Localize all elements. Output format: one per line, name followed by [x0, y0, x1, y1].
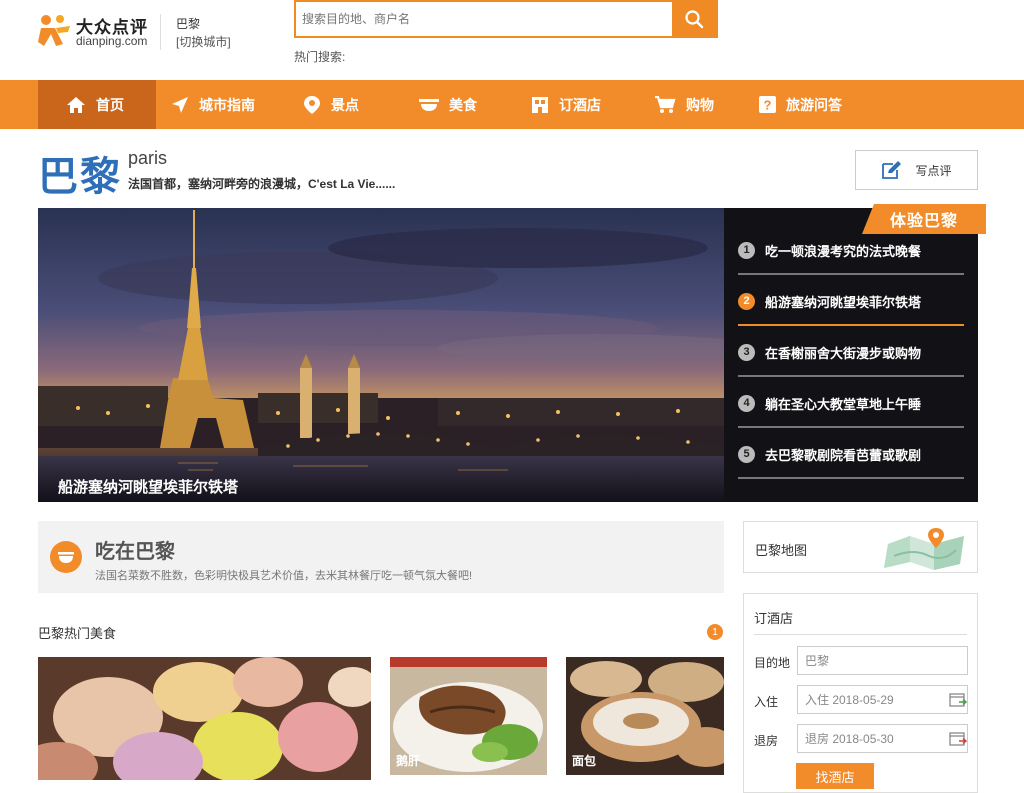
nav-label: 城市指南 [199, 96, 255, 113]
nav-hotel[interactable]: 订酒店 [531, 80, 601, 129]
experience-label: 吃一顿浪漫考究的法式晚餐 [765, 243, 922, 259]
calendar-checkin-icon[interactable] [949, 692, 967, 707]
nav-food[interactable]: 美食 [419, 80, 477, 129]
search-icon [685, 10, 704, 29]
experience-label: 去巴黎歌剧院看芭蕾或歌剧 [765, 447, 922, 463]
nav-travel-qa[interactable]: ? 旅游问答 [759, 80, 842, 129]
experience-item[interactable]: 3 在香榭丽舍大街漫步或购物 [738, 329, 964, 377]
calendar-checkout-icon[interactable] [949, 731, 967, 746]
hero-banner: 船游塞纳河眺望埃菲尔铁塔 1 吃一顿浪漫考究的法式晚餐 2 船游塞纳河眺望埃菲尔… [38, 208, 978, 502]
eat-description: 法国名菜数不胜数，色彩明快极具艺术价值，去米其林餐厅吃一顿气氛大餐吧! [95, 570, 473, 582]
experience-label: 躺在圣心大教堂草地上午睡 [765, 396, 922, 412]
macarons-photo [38, 657, 371, 780]
write-review-button[interactable]: 写点评 [855, 150, 978, 190]
nav-attractions[interactable]: 景点 [303, 80, 359, 129]
navigation-arrow-icon [172, 96, 188, 113]
experience-item[interactable]: 5 去巴黎歌剧院看芭蕾或歌剧 [738, 431, 964, 479]
nav-home[interactable]: 首页 [38, 80, 156, 129]
eat-title: 吃在巴黎 [95, 541, 175, 563]
shopping-cart-icon [655, 95, 676, 113]
dianping-logo[interactable]: 大众点评 dianping.com [38, 12, 150, 52]
experience-label: 船游塞纳河眺望埃菲尔铁塔 [765, 294, 922, 310]
nav-label: 景点 [331, 96, 359, 113]
logo-divider [160, 14, 161, 50]
search-button[interactable] [672, 2, 716, 36]
experience-number: 4 [738, 394, 755, 412]
map-label: 巴黎地图 [755, 543, 808, 558]
nav-label: 旅游问答 [786, 96, 842, 113]
question-icon: ? [759, 96, 776, 113]
experience-label: 在香榭丽舍大街漫步或购物 [765, 345, 922, 361]
eat-section-header: 吃在巴黎 法国名菜数不胜数，色彩明快极具艺术价值，去米其林餐厅吃一顿气氛大餐吧! [38, 521, 724, 593]
current-city: 巴黎 [176, 17, 201, 31]
logo-text-en: dianping.com [76, 34, 148, 48]
svg-text:?: ? [764, 98, 772, 113]
experience-number: 5 [738, 445, 755, 463]
nav-city-guide[interactable]: 城市指南 [171, 80, 255, 129]
destination-label: 目的地 [754, 656, 791, 670]
checkout-label: 退房 [754, 734, 779, 748]
paris-map-link[interactable]: 巴黎地图 [743, 521, 978, 573]
switch-city-link[interactable]: [切换城市] [176, 33, 231, 50]
nav-label: 订酒店 [559, 96, 601, 113]
find-hotel-button[interactable]: 找酒店 [796, 763, 874, 789]
experience-item[interactable]: 1 吃一顿浪漫考究的法式晚餐 [738, 227, 964, 275]
banner-caption: 船游塞纳河眺望埃菲尔铁塔 [58, 479, 239, 496]
search-bar [294, 0, 718, 38]
hot-food-heading: 巴黎热门美食 [38, 626, 117, 641]
experience-number: 3 [738, 343, 755, 361]
food-card-label: 鹅肝 [396, 754, 421, 768]
food-card-bread[interactable]: 面包 [566, 657, 724, 775]
experience-item-active[interactable]: 2 船游塞纳河眺望埃菲尔铁塔 [738, 278, 964, 326]
main-nav: 首页 城市指南 景点 美食 订酒店 购物 ? 旅游问答 [0, 80, 1024, 129]
hotel-booking-panel: 订酒店 目的地 入住 退房 找酒店 [743, 593, 978, 793]
edit-review-icon [882, 161, 902, 179]
page-badge[interactable]: 1 [707, 624, 723, 640]
review-label: 写点评 [915, 163, 952, 178]
divider [754, 634, 967, 635]
food-bowl-icon [419, 98, 439, 111]
checkin-date-field[interactable] [797, 685, 968, 714]
nav-shopping[interactable]: 购物 [654, 80, 714, 129]
experience-item[interactable]: 4 躺在圣心大教堂草地上午睡 [738, 380, 964, 428]
location-pin-icon [304, 95, 320, 114]
nav-label: 美食 [449, 96, 477, 113]
logo-mark-icon [38, 15, 70, 46]
paris-night-photo[interactable] [38, 208, 724, 502]
hotel-icon [532, 96, 548, 113]
hot-search-label: 热门搜索: [294, 50, 346, 64]
city-title-cn: 巴黎 [38, 155, 122, 199]
nav-label: 首页 [96, 96, 124, 113]
checkin-label: 入住 [754, 695, 779, 709]
nav-label: 购物 [686, 96, 714, 113]
food-card-foie-gras[interactable]: 鹅肝 [390, 657, 547, 775]
city-title-en: paris [128, 148, 168, 168]
experience-list: 1 吃一顿浪漫考究的法式晚餐 2 船游塞纳河眺望埃菲尔铁塔 3 在香榭丽舍大街漫… [724, 208, 978, 502]
destination-field[interactable] [797, 646, 968, 675]
search-input[interactable] [296, 2, 672, 36]
experience-tag: 体验巴黎 [862, 204, 986, 234]
food-bowl-icon [50, 541, 82, 573]
city-subtitle: 法国首都，塞纳河畔旁的浪漫城，C'est La Vie...... [128, 177, 396, 191]
map-icon [884, 528, 964, 570]
hotel-panel-title: 订酒店 [754, 611, 794, 626]
food-card-label: 面包 [572, 754, 597, 768]
home-icon [67, 96, 85, 113]
checkout-date-field[interactable] [797, 724, 968, 753]
experience-number: 2 [738, 292, 755, 310]
experience-number: 1 [738, 241, 755, 259]
food-card-macarons[interactable] [38, 657, 371, 780]
